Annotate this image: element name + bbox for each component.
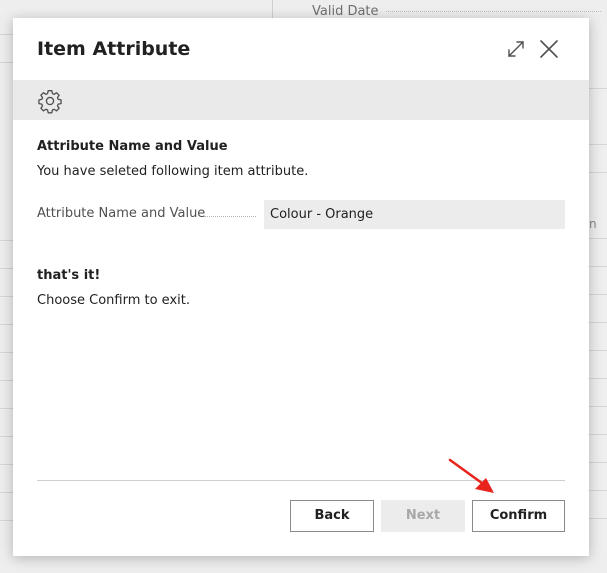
background-row-line <box>0 464 13 465</box>
background-row-line <box>0 62 13 63</box>
attribute-value-field[interactable] <box>264 200 565 229</box>
attribute-field-label: Attribute Name and Value <box>37 206 206 221</box>
background-column-header: Valid Date <box>312 4 379 19</box>
background-row-line <box>0 240 13 241</box>
background-row-line <box>0 520 13 521</box>
background-row-line <box>0 492 13 493</box>
field-dotted-leader <box>204 216 256 217</box>
background-row-line <box>589 350 607 351</box>
background-row-line <box>589 434 607 435</box>
background-row-line <box>0 268 13 269</box>
expand-icon[interactable] <box>506 39 526 59</box>
background-text-fragment: n <box>589 217 597 231</box>
background-row-line <box>0 408 13 409</box>
background-row-line <box>0 380 13 381</box>
completion-title: that's it! <box>37 268 101 283</box>
annotation-arrow-icon <box>448 458 494 493</box>
confirm-button[interactable]: Confirm <box>472 500 565 532</box>
background-dotted-leader <box>386 11 601 12</box>
background-row-line <box>589 462 607 463</box>
next-button: Next <box>381 500 465 532</box>
background-column-divider <box>272 0 273 18</box>
completion-description: Choose Confirm to exit. <box>37 293 190 308</box>
back-button[interactable]: Back <box>290 500 374 532</box>
background-row-line <box>589 88 607 89</box>
background-row-line <box>0 34 13 35</box>
background-row-line <box>0 352 13 353</box>
close-icon[interactable] <box>538 38 560 60</box>
background-row-line <box>589 172 607 173</box>
background-row-line <box>589 490 607 491</box>
background-row-line <box>0 296 13 297</box>
background-row-line <box>589 238 607 239</box>
background-row-line <box>589 322 607 323</box>
background-row-line <box>0 324 13 325</box>
background-row-line <box>589 406 607 407</box>
background-row-line <box>0 436 13 437</box>
section-title: Attribute Name and Value <box>37 139 228 154</box>
background-row-line <box>589 266 607 267</box>
dialog-title: Item Attribute <box>37 38 191 60</box>
background-row-line <box>589 294 607 295</box>
background-row-line <box>589 378 607 379</box>
background-row-line <box>589 144 607 145</box>
background-row-line <box>589 518 607 519</box>
section-description: You have seleted following item attribut… <box>37 164 309 179</box>
gear-icon[interactable] <box>37 88 63 114</box>
dialog-toolbar <box>13 80 589 120</box>
